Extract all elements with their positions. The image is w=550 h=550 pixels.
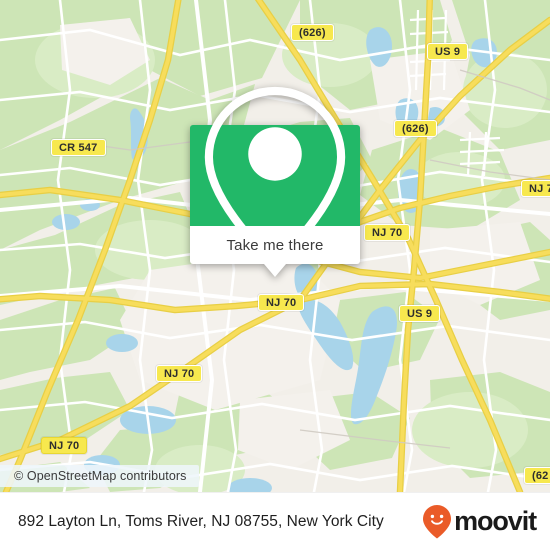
road-shield: (626) bbox=[394, 120, 437, 137]
road-shield: US 9 bbox=[399, 305, 441, 322]
moovit-smiley-pin-icon bbox=[423, 504, 452, 538]
road-shield: (62 bbox=[524, 467, 550, 484]
map-pin-icon bbox=[204, 86, 346, 267]
road-shield: NJ 70 bbox=[41, 437, 88, 454]
footer-bar: 892 Layton Ln, Toms River, NJ 08755, New… bbox=[0, 492, 550, 550]
road-shield: CR 547 bbox=[51, 139, 106, 156]
road-shield: NJ 70 bbox=[364, 224, 411, 241]
app-screen: (626) US 9 (626) CR 547 NJ 70 NJ 70 NJ 7… bbox=[0, 0, 550, 550]
road-shield: NJ 70 bbox=[521, 180, 550, 197]
map-attribution: © OpenStreetMap contributors bbox=[0, 465, 199, 487]
address-label: 892 Layton Ln, Toms River, NJ 08755, New… bbox=[18, 512, 384, 530]
moovit-wordmark: moovit bbox=[454, 506, 537, 536]
callout-tail bbox=[264, 264, 286, 277]
map-canvas[interactable]: (626) US 9 (626) CR 547 NJ 70 NJ 70 NJ 7… bbox=[0, 0, 550, 492]
callout-icon-panel bbox=[190, 86, 360, 267]
destination-callout-card[interactable]: Take me there bbox=[190, 86, 360, 277]
road-shield: US 9 bbox=[427, 43, 469, 60]
moovit-logo[interactable]: moovit bbox=[422, 504, 537, 540]
